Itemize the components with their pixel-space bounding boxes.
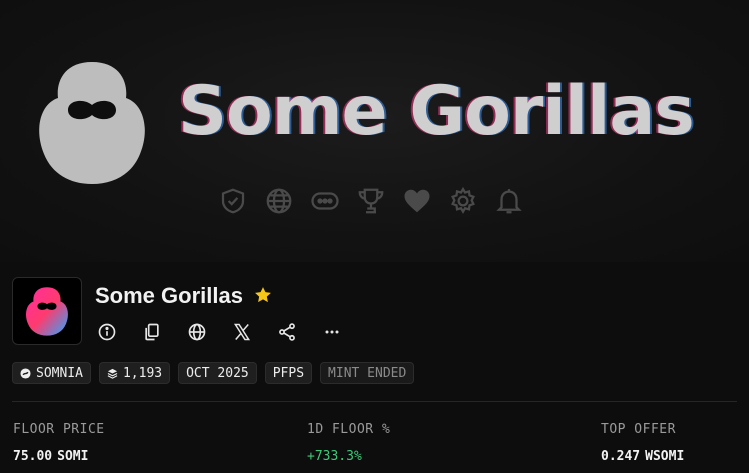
share-icon [279,323,295,341]
layers-icon [107,368,118,379]
floor-price-value: 75.00 SOMI [13,449,88,464]
more-button[interactable] [319,320,345,344]
supply-label: 1,193 [122,365,163,381]
floor-price-unit: SOMI [57,449,89,464]
chat-icon [308,184,342,218]
collection-avatar [12,277,82,345]
top-offer-label: TOP OFFER [601,422,676,437]
shield-check-icon [216,184,250,218]
x-logo-icon [233,323,251,341]
floor-price-amount: 75.00 [13,449,53,464]
top-offer-amount: 0.247 [601,449,641,464]
globe-icon [188,323,206,341]
top-offer-unit: WSOMI [645,449,685,464]
collection-actions [94,320,345,344]
date-tag: OCT 2025 [178,362,257,384]
category-tag[interactable]: PFPS [264,362,313,384]
info-icon [98,323,116,341]
floor-change-label: 1D FLOOR % [307,422,391,437]
collection-name: Some Gorillas [95,283,243,308]
info-button[interactable] [94,320,120,344]
x-twitter-button[interactable] [229,320,255,344]
banner-icon-row [216,184,526,218]
gorilla-logo [39,62,145,184]
mint-status-label: MINT ENDED [328,365,407,381]
more-icon [325,330,339,334]
floor-change-value: +733.3% [307,449,362,464]
gear-icon [446,184,480,218]
share-button[interactable] [274,320,300,344]
globe-icon [262,184,296,218]
heart-icon [400,184,434,218]
collection-banner: Some Gorillas [0,0,749,262]
gorilla-avatar-icon [26,287,68,336]
floor-price-label: FLOOR PRICE [13,422,105,437]
supply-tag: 1,193 [98,362,171,384]
category-label: PFPS [272,365,305,381]
bell-icon [492,184,526,218]
somnia-chain-icon [20,367,31,379]
favorite-star-icon[interactable] [253,285,273,305]
chain-label: SOMNIA [36,365,83,381]
date-label: OCT 2025 [186,365,249,381]
copy-button[interactable] [139,320,165,344]
banner-title: Some Gorillas [178,72,695,151]
collection-tags: SOMNIA 1,193 OCT 2025 PFPS MINT ENDED [12,362,415,384]
stats-divider [12,401,737,402]
mint-status-tag: MINT ENDED [320,362,415,384]
top-offer-value: 0.247 WSOMI [601,449,684,464]
chain-tag[interactable]: SOMNIA [12,362,91,384]
trophy-icon [354,184,388,218]
copy-icon [145,323,159,341]
website-button[interactable] [184,320,210,344]
